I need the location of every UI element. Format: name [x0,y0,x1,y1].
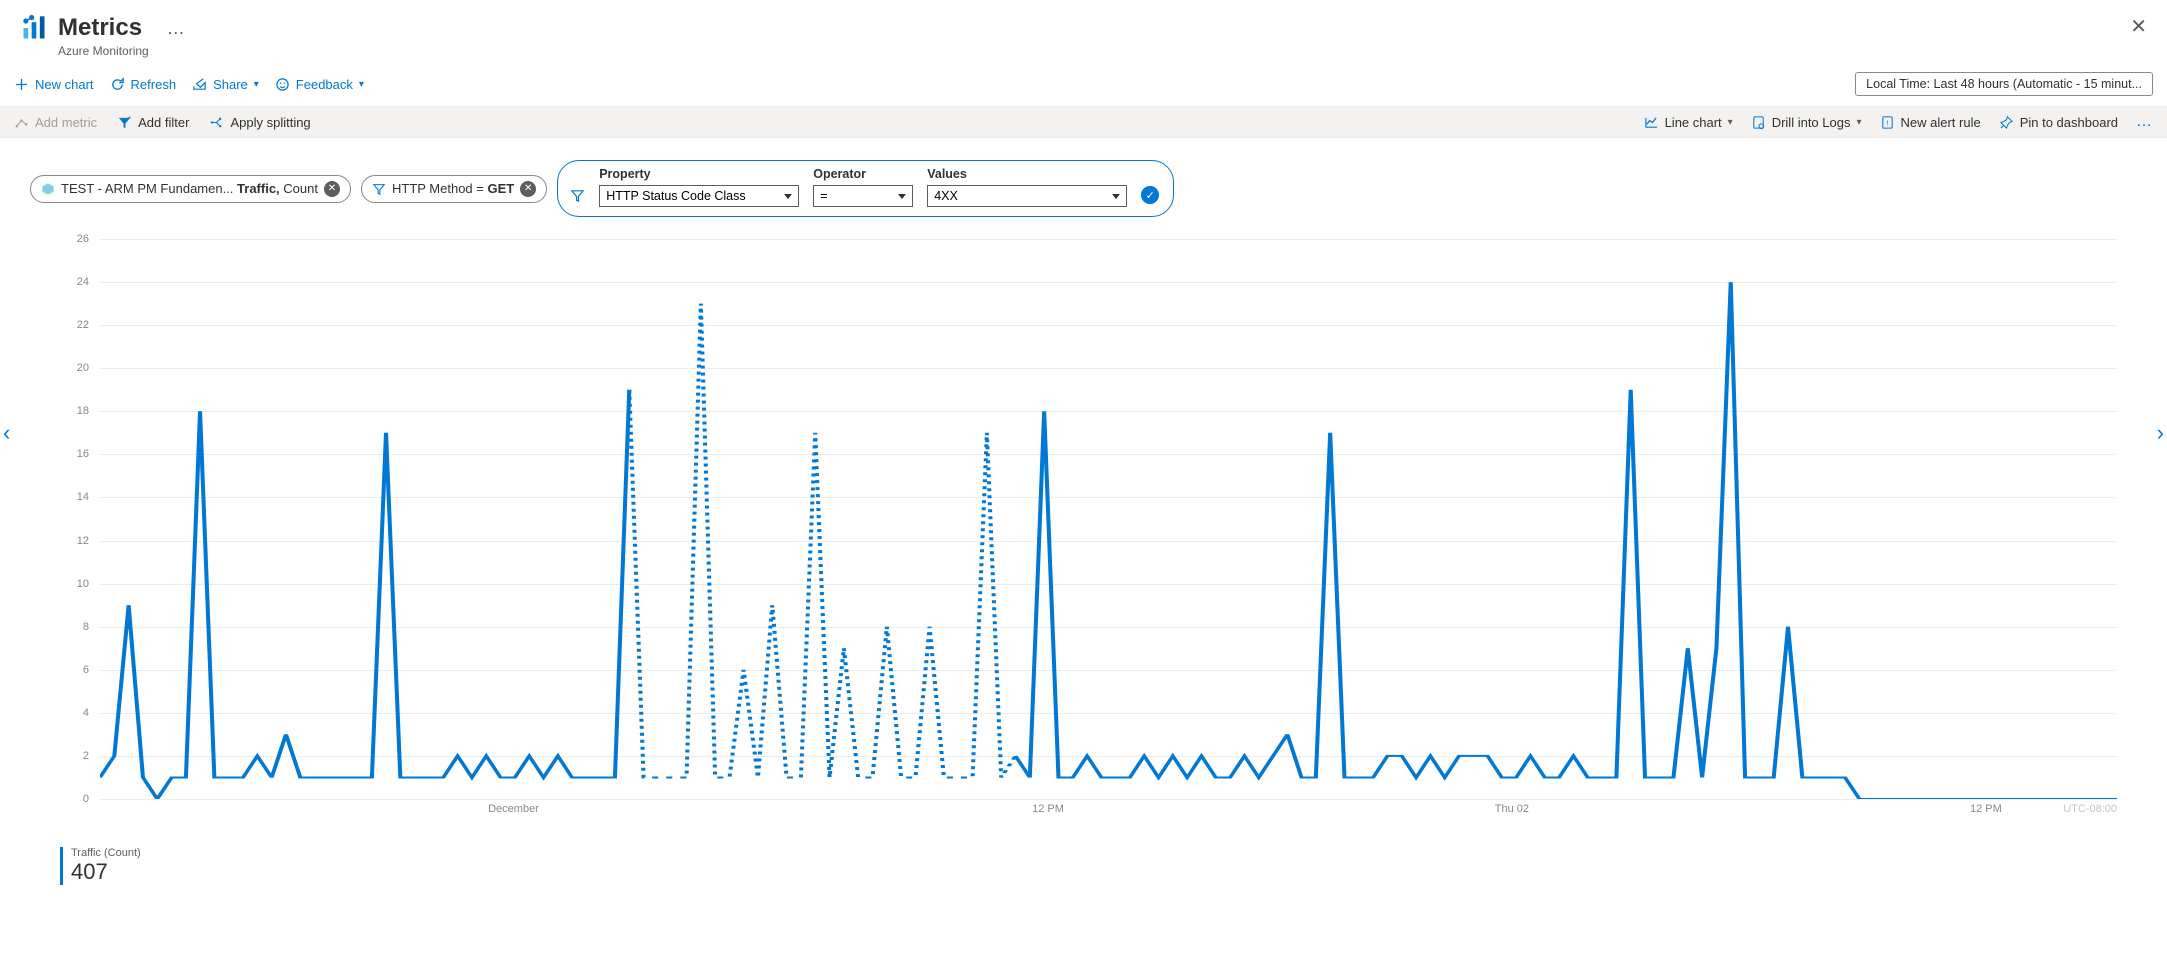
svg-text:+: + [127,115,131,122]
chart-type-dropdown[interactable]: Line chart ▾ [1644,115,1733,130]
resource-icon [41,182,55,196]
y-tick-label: 14 [77,491,89,503]
metrics-icon [20,14,48,42]
metric-pill-label: TEST - ARM PM Fundamen... Traffic, Count [61,181,318,196]
add-filter-button[interactable]: + Add filter [117,115,189,130]
y-tick-label: 24 [77,276,89,288]
alert-icon: ! [1880,115,1895,130]
close-icon[interactable]: ✕ [2130,14,2147,39]
legend: Traffic (Count) 407 [60,847,2167,885]
svg-text:!: ! [1886,118,1888,127]
y-tick-label: 8 [83,621,89,633]
x-tick-label: 12 PM [1970,803,2002,815]
timezone-label: UTC-08:00 [2063,803,2117,815]
y-tick-label: 6 [83,664,89,676]
remove-filter-icon[interactable]: ✕ [520,181,536,197]
chevron-down-icon: ▾ [254,79,259,90]
metric-icon [14,115,29,130]
remove-metric-icon[interactable]: ✕ [324,181,340,197]
pin-icon [1999,115,2014,130]
command-bar: New chart Refresh Share ▾ Feedback ▾ Loc… [0,66,2167,106]
next-chart-icon[interactable]: › [2157,420,2164,446]
more-options-icon[interactable]: … [2136,113,2153,131]
metric-pill[interactable]: TEST - ARM PM Fundamen... Traffic, Count… [30,175,351,203]
y-axis: 02468101214161820222426 [60,239,95,799]
drill-logs-button[interactable]: Drill into Logs ▾ [1751,115,1862,130]
values-label: Values [927,167,1127,181]
feedback-button[interactable]: Feedback ▾ [275,77,364,92]
refresh-button[interactable]: Refresh [110,77,177,92]
y-tick-label: 16 [77,448,89,460]
y-tick-label: 0 [83,793,89,805]
property-select[interactable]: HTTP Status Code Class [599,185,799,207]
y-tick-label: 4 [83,707,89,719]
y-tick-label: 22 [77,319,89,331]
split-icon [209,115,224,130]
page-subtitle: Azure Monitoring [58,44,149,58]
operator-select[interactable]: = [813,185,913,207]
values-select[interactable]: 4XX [927,185,1127,207]
plot-area [100,239,2117,799]
metric-filter-row: TEST - ARM PM Fundamen... Traffic, Count… [0,138,2167,239]
chevron-down-icon: ▾ [1856,117,1861,128]
funnel-plus-icon: + [117,115,132,130]
property-label: Property [599,167,799,181]
page-title: Metrics [58,14,142,42]
legend-series-value: 407 [71,859,2167,885]
prev-chart-icon[interactable]: ‹ [3,420,10,446]
chevron-down-icon: ▾ [1728,117,1733,128]
apply-splitting-button[interactable]: Apply splitting [209,115,310,130]
x-tick-label: 12 PM [1032,803,1064,815]
line-chart-icon [1644,115,1659,130]
refresh-icon [110,77,125,92]
new-chart-button[interactable]: New chart [14,77,94,92]
y-tick-label: 12 [77,535,89,547]
y-tick-label: 10 [77,578,89,590]
share-button[interactable]: Share ▾ [192,77,259,92]
chevron-down-icon: ▾ [359,79,364,90]
new-alert-button[interactable]: ! New alert rule [1880,115,1981,130]
y-tick-label: 20 [77,362,89,374]
filter-pill-label: HTTP Method = GET [392,181,514,196]
y-tick-label: 18 [77,405,89,417]
filter-editor: Property HTTP Status Code Class Operator… [557,160,1174,217]
line-series [100,239,2117,799]
add-metric-button[interactable]: Add metric [14,115,97,130]
pin-dashboard-button[interactable]: Pin to dashboard [1999,115,2118,130]
x-axis: December 12 PM Thu 02 12 PM UTC-08:00 [100,803,2117,819]
filter-pill[interactable]: HTTP Method = GET ✕ [361,175,547,203]
y-tick-label: 26 [77,233,89,245]
smiley-icon [275,77,290,92]
share-icon [192,77,207,92]
more-icon[interactable]: … [167,18,186,39]
y-tick-label: 2 [83,750,89,762]
operator-label: Operator [813,167,913,181]
logs-icon [1751,115,1766,130]
x-tick-label: December [488,803,539,815]
chart: 02468101214161820222426 December12 PMThu… [40,239,2127,839]
apply-filter-icon[interactable]: ✓ [1141,186,1159,204]
legend-series-name: Traffic (Count) [71,847,2167,859]
x-tick-label: Thu 02 [1495,803,1529,815]
chart-toolbar: Add metric + Add filter Apply splitting … [0,106,2167,138]
plus-icon [14,77,29,92]
funnel-icon [372,182,386,196]
time-range-picker[interactable]: Local Time: Last 48 hours (Automatic - 1… [1855,72,2153,96]
funnel-icon [570,188,585,203]
page-header: Metrics Azure Monitoring … [0,0,2167,66]
